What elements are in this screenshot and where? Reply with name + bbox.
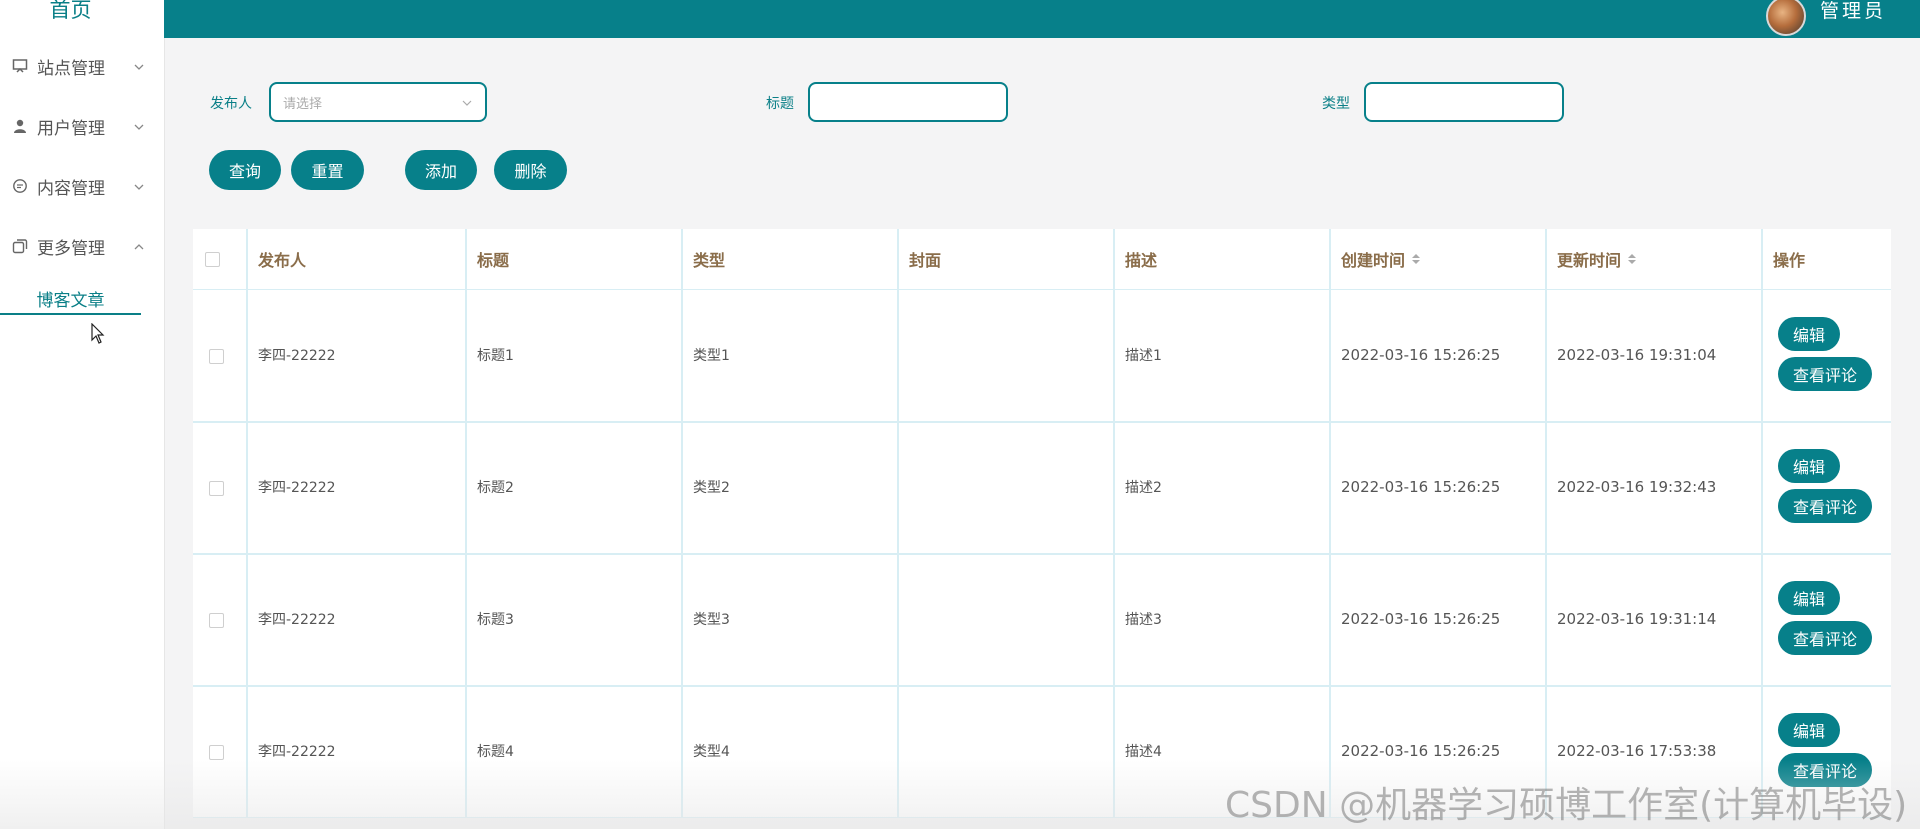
sidebar-item-label: 站点管理 — [37, 58, 105, 79]
sort-icon[interactable] — [1411, 251, 1421, 265]
column-header-publisher: 发布人 — [258, 251, 307, 270]
column-header-description: 描述 — [1125, 251, 1158, 270]
query-button[interactable]: 查询 — [209, 150, 281, 190]
top-header: 管理员 — [164, 0, 1920, 38]
cell-description: 描述1 — [1125, 348, 1162, 364]
user-icon — [12, 118, 28, 134]
column-header-actions: 操作 — [1773, 251, 1806, 270]
edit-button[interactable]: 编辑 — [1778, 449, 1840, 483]
cell-description: 描述2 — [1125, 480, 1162, 496]
sidebar-item-label: 内容管理 — [37, 178, 105, 199]
view-comments-button[interactable]: 查看评论 — [1778, 489, 1872, 523]
chevron-down-icon — [132, 59, 146, 73]
monitor-icon — [12, 58, 28, 74]
reset-button[interactable]: 重置 — [291, 150, 364, 190]
cell-type: 类型4 — [693, 744, 730, 760]
cell-cover — [899, 685, 1113, 817]
sidebar-home-link[interactable]: 首页 — [0, 0, 141, 24]
cell-updated-time: 2022-03-16 19:31:14 — [1557, 610, 1717, 628]
chat-icon — [12, 178, 28, 194]
row-checkbox[interactable] — [209, 349, 224, 364]
user-name[interactable]: 管理员 — [1820, 0, 1886, 23]
publisher-select-placeholder: 请选择 — [283, 96, 323, 112]
cell-publisher: 李四-22222 — [258, 744, 336, 760]
cell-title: 标题3 — [477, 612, 514, 628]
cell-publisher: 李四-22222 — [258, 612, 336, 628]
type-label: 类型 — [1322, 96, 1350, 112]
add-button[interactable]: 添加 — [405, 150, 477, 190]
cell-cover — [899, 421, 1113, 553]
chevron-down-icon — [132, 179, 146, 193]
mouse-cursor-icon — [91, 322, 105, 345]
sidebar-item-site-management[interactable]: 站点管理 — [12, 51, 146, 81]
cell-title: 标题4 — [477, 744, 514, 760]
cell-created-time: 2022-03-16 15:26:25 — [1341, 478, 1501, 496]
sidebar-item-label: 用户管理 — [37, 118, 105, 139]
sidebar-item-label: 更多管理 — [37, 238, 105, 259]
column-header-type: 类型 — [693, 251, 726, 270]
column-header-label: 更新时间 — [1557, 251, 1622, 270]
column-header-title: 标题 — [477, 251, 510, 270]
cell-title: 标题1 — [477, 348, 514, 364]
chevron-down-icon — [132, 119, 146, 133]
publisher-label: 发布人 — [210, 96, 252, 112]
publisher-select[interactable]: 请选择 — [269, 82, 487, 122]
cell-description: 描述3 — [1125, 612, 1162, 628]
cell-publisher: 李四-22222 — [258, 480, 336, 496]
copy-icon — [12, 238, 28, 254]
cell-created-time: 2022-03-16 15:26:25 — [1341, 346, 1501, 364]
edit-button[interactable]: 编辑 — [1778, 317, 1840, 351]
sidebar-item-user-management[interactable]: 用户管理 — [12, 111, 146, 141]
column-header-cover: 封面 — [909, 251, 942, 270]
row-checkbox[interactable] — [209, 745, 224, 760]
cell-type: 类型2 — [693, 480, 730, 496]
data-table: 发布人 标题 类型 封面 描述 创建时间 更新时间 操作 李四-22222 标题… — [193, 229, 1891, 818]
watermark: CSDN @机器学习硕博工作室(计算机毕设) — [1225, 785, 1908, 826]
view-comments-button[interactable]: 查看评论 — [1778, 621, 1872, 655]
cell-updated-time: 2022-03-16 19:32:43 — [1557, 478, 1717, 496]
column-header-created-time[interactable]: 创建时间 — [1331, 229, 1545, 289]
select-all-checkbox[interactable] — [205, 252, 220, 267]
row-checkbox[interactable] — [209, 481, 224, 496]
row-checkbox[interactable] — [209, 613, 224, 628]
title-label: 标题 — [766, 96, 794, 112]
column-header-label: 创建时间 — [1341, 251, 1406, 270]
table-row: 李四-22222 标题1 类型1 描述1 2022-03-16 15:26:25… — [193, 289, 1891, 423]
sidebar-item-more-management[interactable]: 更多管理 — [12, 231, 146, 261]
edit-button[interactable]: 编辑 — [1778, 713, 1840, 747]
sidebar-subitem-blog-articles[interactable]: 博客文章 — [0, 283, 141, 315]
avatar[interactable] — [1766, 0, 1806, 36]
cell-created-time: 2022-03-16 15:26:25 — [1341, 610, 1501, 628]
sidebar: 首页 站点管理 用户管理 内容管理 更多管理 博客文章 — [0, 0, 165, 829]
cell-cover — [899, 289, 1113, 421]
type-input[interactable] — [1364, 82, 1564, 122]
column-header-updated-time[interactable]: 更新时间 — [1547, 229, 1761, 289]
cell-updated-time: 2022-03-16 19:31:04 — [1557, 346, 1717, 364]
table-header: 发布人 标题 类型 封面 描述 创建时间 更新时间 操作 — [193, 229, 1891, 290]
cell-type: 类型1 — [693, 348, 730, 364]
table-row: 李四-22222 标题2 类型2 描述2 2022-03-16 15:26:25… — [193, 421, 1891, 555]
title-input[interactable] — [808, 82, 1008, 122]
view-comments-button[interactable]: 查看评论 — [1778, 357, 1872, 391]
cell-publisher: 李四-22222 — [258, 348, 336, 364]
sidebar-item-content-management[interactable]: 内容管理 — [12, 171, 146, 201]
edit-button[interactable]: 编辑 — [1778, 581, 1840, 615]
chevron-up-icon — [132, 239, 146, 253]
cell-cover — [899, 553, 1113, 685]
chevron-down-icon — [461, 97, 473, 109]
delete-button[interactable]: 删除 — [494, 150, 567, 190]
sort-icon[interactable] — [1627, 251, 1637, 265]
cell-title: 标题2 — [477, 480, 514, 496]
cell-type: 类型3 — [693, 612, 730, 628]
table-row: 李四-22222 标题3 类型3 描述3 2022-03-16 15:26:25… — [193, 553, 1891, 687]
